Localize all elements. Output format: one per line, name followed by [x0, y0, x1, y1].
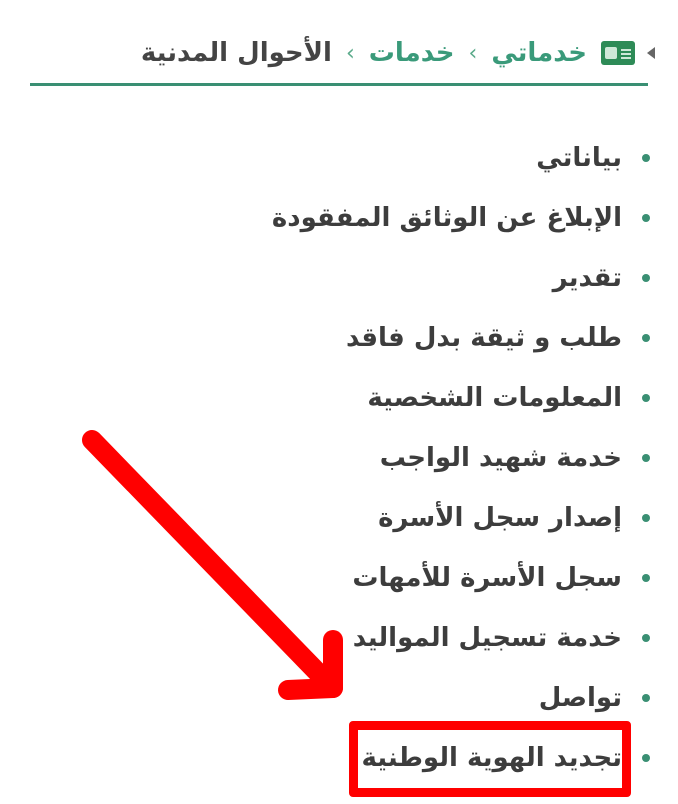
pointer-arrow-icon	[82, 430, 343, 700]
highlight-box	[349, 721, 631, 797]
